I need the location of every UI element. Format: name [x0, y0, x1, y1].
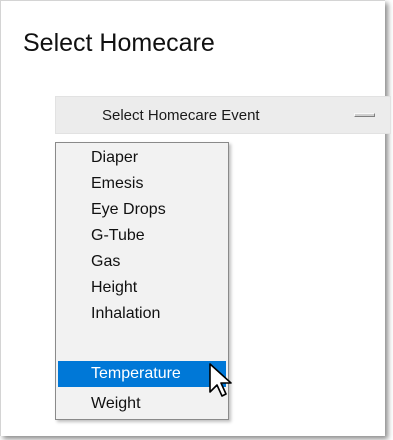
dropdown-option-gas[interactable]: Gas [58, 249, 226, 275]
homecare-window: Select Homecare Select Homecare Event Di… [0, 0, 391, 436]
mouse-pointer-icon [209, 363, 232, 397]
dropdown-indicator-icon [354, 113, 375, 117]
dropdown-option-diaper[interactable]: Diaper [58, 145, 226, 171]
dropdown-option-inhalation[interactable]: Inhalation [58, 301, 226, 327]
page-title: Select Homecare [23, 29, 215, 57]
dropdown-option-temperature[interactable]: Temperature [58, 361, 226, 387]
dropdown-option-emesis[interactable]: Emesis [58, 171, 226, 197]
dropdown-option-height[interactable]: Height [58, 275, 226, 301]
homecare-event-dropdown-list: Diaper Emesis Eye Drops G-Tube Gas Heigh… [55, 142, 229, 420]
dropdown-option-eye-drops[interactable]: Eye Drops [58, 197, 226, 223]
dropdown-option-g-tube[interactable]: G-Tube [58, 223, 226, 249]
select-button-label: Select Homecare Event [102, 107, 260, 124]
dropdown-option-weight[interactable]: Weight [58, 391, 226, 417]
select-homecare-event-button[interactable]: Select Homecare Event [55, 96, 391, 134]
